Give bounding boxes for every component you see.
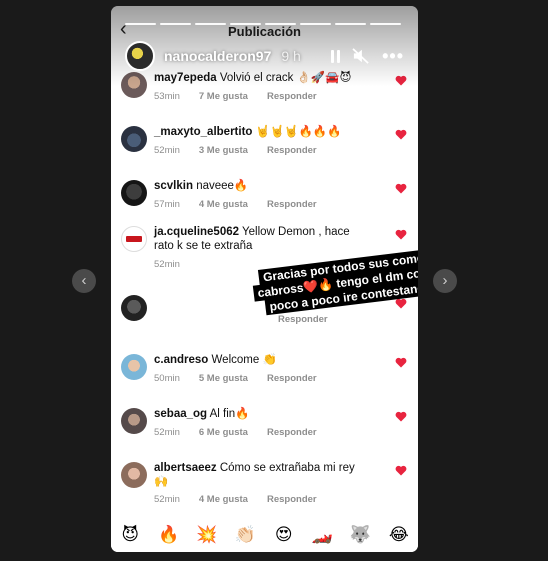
comment-likes[interactable]: 5 Me gusta — [199, 373, 248, 384]
reply-button[interactable]: Responder — [267, 199, 317, 210]
emoji-reaction[interactable]: 🏎️ — [311, 526, 333, 544]
comment-time: 57min — [154, 199, 180, 210]
avatar[interactable] — [121, 180, 147, 206]
avatar[interactable] — [121, 72, 147, 98]
comment-likes[interactable]: 3 Me gusta — [199, 145, 248, 156]
comment-time: 52min — [154, 427, 180, 438]
comment-likes[interactable]: 4 Me gusta — [199, 494, 248, 505]
reply-button[interactable]: Responder — [267, 373, 317, 384]
comment-username[interactable]: sebaa_og — [154, 408, 207, 420]
heart-icon[interactable] — [395, 229, 407, 240]
emoji-reaction[interactable]: 😈 — [119, 526, 141, 544]
emoji-reaction[interactable]: 😂 — [388, 526, 410, 544]
avatar-logo — [126, 236, 142, 242]
heart-icon[interactable] — [395, 75, 407, 86]
comment-time: 50min — [154, 373, 180, 384]
heart-icon[interactable] — [395, 465, 407, 476]
avatar[interactable] — [121, 295, 147, 321]
heart-icon[interactable] — [395, 357, 407, 368]
previous-story-button[interactable]: ‹ — [72, 269, 96, 293]
progress-segment — [125, 23, 156, 25]
comment-likes[interactable]: 6 Me gusta — [199, 427, 248, 438]
comment-username[interactable]: c.andreso — [154, 354, 208, 366]
progress-segment — [160, 23, 191, 25]
avatar[interactable] — [121, 226, 147, 252]
chevron-left-icon: ‹ — [81, 272, 87, 289]
chevron-left-icon: ‹ — [120, 18, 127, 40]
reply-button[interactable]: Responder — [267, 494, 317, 505]
story-viewer[interactable]: Publicación ‹ may7epeda Volvió el crack … — [111, 6, 418, 552]
emoji-reaction[interactable]: 🔥 — [158, 526, 180, 544]
comment-time: 52min — [154, 145, 180, 156]
comment-text: Welcome 👏 — [211, 354, 277, 366]
reply-button[interactable]: Responder — [267, 91, 317, 102]
story-progress-bar — [125, 23, 401, 25]
comment-time: 52min — [154, 494, 180, 505]
reply-button[interactable]: Responder — [278, 314, 328, 325]
story-header: nanocalderon97 9 h ••• — [125, 39, 404, 73]
muted-speaker-icon[interactable] — [352, 48, 370, 64]
comment-username[interactable]: ja.cqueline5062 — [154, 226, 239, 238]
emoji-reaction-bar: 😈 🔥 💥 👏🏻 😍 🏎️ 🐺 😂 — [111, 518, 418, 552]
comment-text: Volvió el crack 👌🏻🚀🚘😈 — [219, 72, 352, 84]
emoji-reaction[interactable]: 💥 — [196, 526, 218, 544]
emoji-reaction[interactable]: 👏🏻 — [234, 526, 256, 544]
emoji-reaction[interactable]: 🐺 — [349, 526, 371, 544]
next-story-button[interactable]: › — [433, 269, 457, 293]
heart-icon[interactable] — [395, 298, 407, 309]
progress-segment — [195, 23, 226, 25]
comment-time: 52min — [154, 259, 180, 270]
progress-segment — [370, 23, 401, 25]
story-caption-text: Gracias por todos sus comentarios cabros… — [252, 244, 418, 316]
progress-segment — [300, 23, 331, 25]
screen-title: Publicación — [228, 24, 301, 39]
progress-segment — [230, 23, 261, 25]
comment-username[interactable]: _maxyto_albertito — [154, 126, 252, 138]
avatar[interactable] — [121, 354, 147, 380]
pause-icon[interactable] — [331, 49, 341, 63]
comment-username[interactable]: scvlkin — [154, 180, 193, 192]
comment-text: naveee🔥 — [196, 180, 249, 192]
chevron-right-icon: › — [442, 272, 448, 289]
more-icon[interactable]: ••• — [382, 47, 404, 65]
progress-segment — [265, 23, 296, 25]
story-username[interactable]: nanocalderon97 — [164, 48, 271, 64]
reply-button[interactable]: Responder — [267, 427, 317, 438]
comment-likes[interactable]: 4 Me gusta — [199, 199, 248, 210]
avatar[interactable] — [121, 126, 147, 152]
comment-username[interactable]: albertsaeez — [154, 462, 217, 474]
avatar[interactable] — [121, 462, 147, 488]
comment-likes[interactable]: 7 Me gusta — [199, 91, 248, 102]
reply-button[interactable]: Responder — [267, 145, 317, 156]
story-caption-overlay: Gracias por todos sus comentarios cabros… — [247, 244, 418, 317]
progress-segment — [335, 23, 366, 25]
story-timestamp: 9 h — [281, 48, 301, 64]
comment-time: 53min — [154, 91, 180, 102]
heart-icon[interactable] — [395, 183, 407, 194]
comment-username[interactable]: may7epeda — [154, 72, 217, 84]
emoji-reaction[interactable]: 😍 — [273, 526, 295, 544]
heart-icon[interactable] — [395, 129, 407, 140]
avatar[interactable] — [121, 408, 147, 434]
heart-icon[interactable] — [395, 411, 407, 422]
comment-text: Al fin🔥 — [209, 408, 250, 420]
avatar[interactable] — [125, 41, 155, 71]
comment-text: 🤘🤘🤘🔥🔥🔥 — [255, 126, 342, 138]
